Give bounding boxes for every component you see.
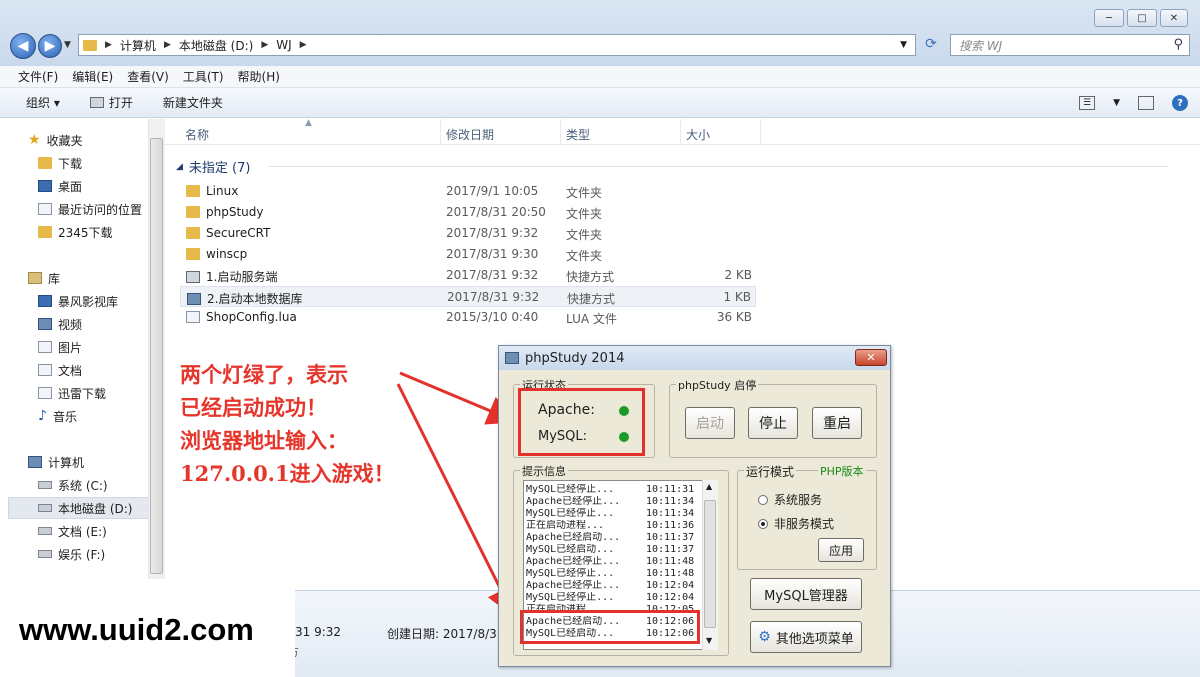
dialog-title-bar[interactable]: phpStudy 2014 xyxy=(499,346,890,370)
log-line: MySQL已经停止... 10:11:34 xyxy=(526,508,694,519)
dialog-title: phpStudy 2014 xyxy=(525,350,625,366)
log-line: MySQL已经停止... 10:11:48 xyxy=(526,568,694,579)
watermark-text: www.uuid2.com xyxy=(19,612,254,647)
other-options-button[interactable]: ⚙ 其他选项菜单 xyxy=(750,621,862,653)
arrow-to-log xyxy=(396,383,515,618)
log-highlight-box xyxy=(520,610,700,644)
arrow-to-status xyxy=(399,371,518,425)
other-options-label: 其他选项菜单 xyxy=(775,631,854,647)
phpstudy-dialog: phpStudy 2014 ✕ 运行状态 Apache: MySQL: phpS… xyxy=(498,345,891,667)
mode-system-radio[interactable]: 系统服务 xyxy=(758,491,822,508)
log-line: Apache已经启动... 10:11:37 xyxy=(526,532,694,543)
log-line: Apache已经停止... 10:12:04 xyxy=(526,580,694,591)
mode-system-label: 系统服务 xyxy=(774,493,823,507)
mode-nonservice-label: 非服务模式 xyxy=(774,517,835,531)
log-group-label: 提示信息 xyxy=(520,463,568,479)
phpstudy-icon xyxy=(505,352,519,364)
annotation-line: 127.0.0.1进入游戏！ xyxy=(180,461,395,486)
log-line: Apache已经停止... 10:11:48 xyxy=(526,556,694,567)
apply-button[interactable]: 应用 xyxy=(818,538,864,562)
gear-icon: ⚙ xyxy=(758,629,771,645)
scroll-up-icon[interactable]: ▲ xyxy=(706,482,712,491)
mode-group-label: 运行模式 xyxy=(744,463,797,480)
php-version-link[interactable]: PHP版本 xyxy=(818,463,866,479)
log-scrollbar[interactable]: ▲ ▼ xyxy=(702,480,718,650)
annotation-text: 两个灯绿了，表示 已经启动成功！ 浏览器地址输入： 127.0.0.1进入游戏！ xyxy=(180,358,395,490)
mysql-manager-button[interactable]: MySQL管理器 xyxy=(750,578,862,610)
status-highlight-box xyxy=(518,388,645,456)
log-line: 正在启动进程... 10:11:36 xyxy=(526,520,694,531)
log-scroll-thumb[interactable] xyxy=(704,500,716,628)
control-group-label: phpStudy 启停 xyxy=(676,377,759,393)
log-line: Apache已经停止... 10:11:34 xyxy=(526,496,694,507)
start-button[interactable]: 启动 xyxy=(685,407,735,439)
dialog-close-button[interactable]: ✕ xyxy=(855,349,887,366)
radio-icon xyxy=(758,495,768,505)
scroll-down-icon[interactable]: ▼ xyxy=(706,636,712,645)
radio-selected-icon xyxy=(758,519,768,529)
watermark: www.uuid2.com xyxy=(5,587,295,677)
log-line: MySQL已经停止... 10:11:31 xyxy=(526,484,694,495)
annotation-line: 已经启动成功！ xyxy=(180,395,327,420)
annotation-line: 两个灯绿了，表示 xyxy=(180,362,348,387)
mode-nonservice-radio[interactable]: 非服务模式 xyxy=(758,515,834,532)
annotation-line: 浏览器地址输入： xyxy=(180,428,348,453)
log-line: MySQL已经启动... 10:11:37 xyxy=(526,544,694,555)
log-line: MySQL已经停止... 10:12:04 xyxy=(526,592,694,603)
restart-button[interactable]: 重启 xyxy=(812,407,862,439)
stop-button[interactable]: 停止 xyxy=(748,407,798,439)
